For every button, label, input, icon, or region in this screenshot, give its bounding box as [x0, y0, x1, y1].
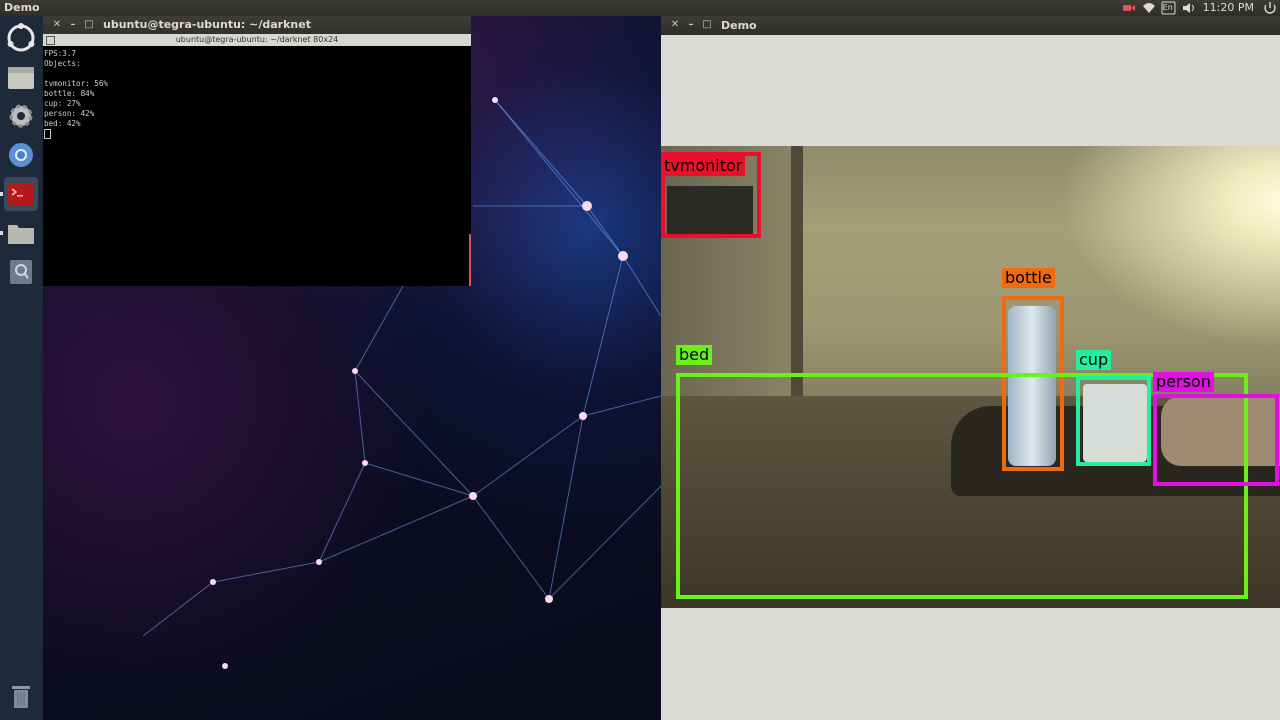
camera-record-icon[interactable] [1119, 0, 1139, 16]
demo-titlebar[interactable]: ✕ – □ Demo [661, 16, 1280, 35]
terminal-line: person: 42% [44, 109, 95, 118]
launcher [0, 16, 44, 720]
terminal-tab-bar[interactable]: ubuntu@tegra-ubuntu: ~/darknet 80x24 [43, 34, 471, 46]
terminal-titlebar[interactable]: ✕ – □ ubuntu@tegra-ubuntu: ~/darknet [43, 16, 471, 34]
terminal-window-title: ubuntu@tegra-ubuntu: ~/darknet [103, 18, 311, 31]
demo-window[interactable]: ✕ – □ Demo tvmonitor bottle bed cup pers… [661, 16, 1280, 720]
disk-search-icon[interactable] [4, 255, 38, 289]
folder-icon[interactable] [0, 216, 38, 250]
system-tray: En 11:20 PM [1119, 0, 1280, 16]
minimize-icon[interactable]: – [66, 16, 80, 34]
minimize-icon[interactable]: – [684, 16, 698, 34]
detection-box-person [1153, 394, 1279, 486]
keyboard-layout-label: En [1162, 3, 1173, 12]
terminal-window[interactable]: ✕ – □ ubuntu@tegra-ubuntu: ~/darknet ubu… [43, 16, 471, 286]
detection-label-cup: cup [1076, 350, 1112, 370]
terminal-line: tvmonitor: 56% [44, 79, 109, 88]
maximize-icon[interactable]: □ [82, 16, 96, 34]
terminal-cursor-line [44, 129, 470, 139]
power-icon[interactable] [1260, 0, 1280, 16]
detection-label-bed: bed [676, 345, 713, 365]
active-app-title: Demo [4, 1, 40, 14]
ubuntu-dash-icon[interactable] [4, 21, 38, 55]
demo-window-title: Demo [721, 19, 757, 32]
clock[interactable]: 11:20 PM [1199, 0, 1260, 16]
running-indicator [0, 192, 3, 196]
trash-icon[interactable] [4, 680, 38, 714]
camera-frame: tvmonitor bottle bed cup person [661, 146, 1280, 608]
detection-label-bottle: bottle [1002, 268, 1055, 288]
files-icon[interactable] [4, 60, 38, 94]
text-cursor [44, 129, 51, 139]
wifi-icon[interactable] [1139, 0, 1159, 16]
detection-box-cup [1076, 376, 1151, 466]
detection-label-tvmonitor: tvmonitor [661, 156, 746, 176]
detection-label-person: person [1153, 372, 1214, 392]
terminal-menu-icon[interactable] [46, 36, 55, 45]
terminal-line: bottle: 84% [44, 89, 95, 98]
maximize-icon[interactable]: □ [700, 16, 714, 34]
terminal-app-icon[interactable] [0, 177, 38, 211]
settings-gear-icon[interactable] [4, 99, 38, 133]
close-icon[interactable]: ✕ [668, 16, 682, 34]
terminal-output[interactable]: FPS:3.7 Objects: tvmonitor: 56% bottle: … [43, 46, 471, 142]
top-panel: Demo En 11:20 PM [0, 0, 1280, 16]
terminal-tab-title: ubuntu@tegra-ubuntu: ~/darknet 80x24 [175, 35, 339, 44]
keyboard-layout-icon[interactable]: En [1159, 0, 1179, 16]
terminal-line: bed: 42% [44, 119, 81, 128]
terminal-line: cup: 27% [44, 99, 81, 108]
volume-icon[interactable] [1179, 0, 1199, 16]
terminal-line: Objects: [44, 59, 81, 68]
window-edge [469, 234, 471, 286]
running-indicator [0, 231, 3, 235]
terminal-line: FPS:3.7 [44, 49, 77, 58]
close-icon[interactable]: ✕ [50, 16, 64, 34]
chromium-browser-icon[interactable] [4, 138, 38, 172]
